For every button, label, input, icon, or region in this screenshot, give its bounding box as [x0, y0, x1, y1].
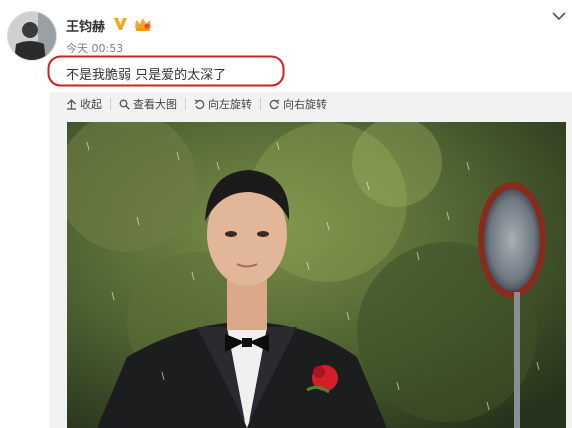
view-large-button[interactable]: 查看大图: [119, 96, 177, 112]
verified-icon: [114, 18, 127, 30]
rotate-left-icon: [194, 99, 205, 109]
rotate-right-label: 向右旋转: [283, 98, 327, 111]
post-photo[interactable]: [67, 122, 566, 428]
collapse-button[interactable]: 收起: [66, 96, 102, 112]
toolbar-divider: [185, 98, 186, 110]
toolbar-divider: [260, 98, 261, 110]
rotate-left-button[interactable]: 向左旋转: [194, 96, 252, 112]
post-timestamp[interactable]: 今天 00:53: [66, 40, 123, 56]
username[interactable]: 王钧赫: [66, 16, 105, 35]
rotate-left-label: 向左旋转: [208, 98, 252, 111]
media-toolbar: 收起 查看大图 向左旋转 向右旋转: [66, 96, 327, 112]
toolbar-divider: [110, 98, 111, 110]
chevron-down-icon[interactable]: [552, 11, 566, 21]
rotate-right-icon: [269, 99, 280, 109]
rotate-right-button[interactable]: 向右旋转: [269, 96, 327, 112]
arrow-up-icon: [67, 98, 76, 110]
view-large-label: 查看大图: [133, 98, 177, 111]
highlight-annotation: [47, 55, 285, 87]
collapse-label: 收起: [80, 98, 102, 111]
avatar[interactable]: [7, 11, 57, 61]
magnifier-icon: [119, 99, 130, 110]
vip-icon[interactable]: [133, 16, 153, 32]
